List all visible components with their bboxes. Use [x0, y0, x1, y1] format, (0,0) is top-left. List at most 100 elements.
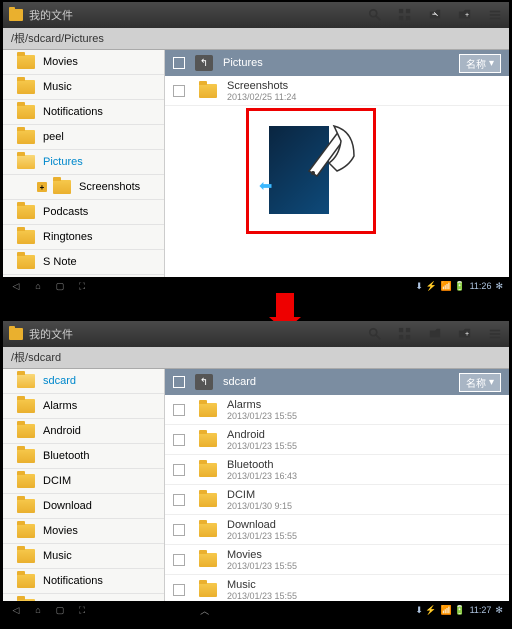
tree-item[interactable]: Podcasts	[3, 200, 164, 225]
status-icons: ⬇ ⚡	[415, 281, 436, 292]
tree-item[interactable]: DCIM	[3, 469, 164, 494]
tree-item[interactable]: Pictures	[3, 150, 164, 175]
tree-item[interactable]: Movies	[3, 50, 164, 75]
breadcrumb[interactable]: /根/sdcard/Pictures	[3, 28, 509, 50]
row-checkbox[interactable]	[173, 554, 185, 566]
file-row[interactable]: Bluetooth2013/01/23 16:43	[165, 455, 509, 485]
tree-item[interactable]: Movies	[3, 519, 164, 544]
recent-icon[interactable]: ▢	[53, 604, 67, 616]
system-navbar: ◁ ⌂ ▢ ⛶ ⬇ ⚡ 📶 🔋 11:26 ✻	[3, 277, 509, 295]
app-icon	[9, 328, 23, 340]
row-checkbox[interactable]	[173, 464, 185, 476]
tree-item[interactable]: Notifications	[3, 100, 164, 125]
tree-item-label: Notifications	[43, 106, 103, 118]
tree-item[interactable]: S Note	[3, 250, 164, 275]
tree-item-label: Notifications	[43, 575, 103, 587]
content-title: Pictures	[223, 57, 263, 69]
row-checkbox[interactable]	[173, 584, 185, 596]
content-header: ↰ Pictures 名称▾	[165, 50, 509, 76]
back-icon[interactable]: ◁	[9, 280, 23, 292]
grid-icon[interactable]	[397, 326, 413, 342]
menu-icon[interactable]	[487, 7, 503, 23]
row-name: Alarms	[227, 399, 297, 411]
tree-item-label: Download	[43, 500, 92, 512]
tree-item-label: Music	[43, 81, 72, 93]
recent-icon[interactable]: ▢	[53, 280, 67, 292]
tree-item-label: Music	[43, 550, 72, 562]
folder-icon	[17, 524, 35, 538]
row-checkbox[interactable]	[173, 434, 185, 446]
tree-item[interactable]: sdcard	[3, 369, 164, 394]
file-row[interactable]: Download2013/01/23 15:55	[165, 515, 509, 545]
home-icon[interactable]: ⌂	[31, 604, 45, 616]
folder-icon	[17, 105, 35, 119]
sort-button[interactable]: 名称▾	[459, 54, 501, 73]
row-checkbox[interactable]	[173, 524, 185, 536]
menu-icon[interactable]	[487, 326, 503, 342]
row-checkbox[interactable]	[173, 404, 185, 416]
expand-icon[interactable]: ︿	[200, 604, 209, 617]
tree-item[interactable]: Music	[3, 544, 164, 569]
select-all-checkbox[interactable]	[173, 376, 185, 388]
folder-icon	[17, 424, 35, 438]
tree-item[interactable]: Ringtones	[3, 225, 164, 250]
share-icon[interactable]	[427, 7, 443, 23]
row-date: 2013/02/25 11:24	[227, 92, 296, 102]
breadcrumb[interactable]: /根/sdcard	[3, 347, 509, 369]
file-row[interactable]: Movies2013/01/23 15:55	[165, 545, 509, 575]
folder-icon	[17, 155, 35, 169]
tree-item-label: Pictures	[43, 156, 83, 168]
file-manager-panel-after: 我的文件 + /根/sdcard sdcard Alarms Android Blue…	[3, 321, 509, 619]
file-row[interactable]: Alarms2013/01/23 15:55	[165, 395, 509, 425]
pen-drag-illustration: ⬅	[261, 116, 361, 226]
screenshot-icon[interactable]: ⛶	[75, 604, 89, 616]
file-row[interactable]: DCIM2013/01/30 9:15	[165, 485, 509, 515]
row-checkbox[interactable]	[173, 85, 185, 97]
titlebar: 我的文件 +	[3, 321, 509, 347]
app-title: 我的文件	[29, 7, 73, 23]
folder-icon	[17, 130, 35, 144]
tree-item-label: Android	[43, 425, 81, 437]
expand-icon[interactable]: +	[37, 182, 47, 192]
tree-item[interactable]: Download	[3, 494, 164, 519]
row-name: Movies	[227, 549, 297, 561]
tree-item-label: Movies	[43, 56, 78, 68]
sort-button[interactable]: 名称▾	[459, 373, 501, 392]
new-folder-icon[interactable]: +	[457, 326, 473, 342]
folder-icon	[17, 399, 35, 413]
folder-icon	[17, 574, 35, 588]
share-icon[interactable]	[427, 326, 443, 342]
back-icon[interactable]: ◁	[9, 604, 23, 616]
tree-item-label: Alarms	[43, 400, 77, 412]
status-time: 11:26	[470, 281, 492, 291]
chevron-down-icon: ▾	[489, 377, 494, 388]
file-row[interactable]: Screenshots2013/02/25 11:24	[165, 76, 509, 106]
file-row[interactable]: Android2013/01/23 15:55	[165, 425, 509, 455]
row-checkbox[interactable]	[173, 494, 185, 506]
up-icon[interactable]: ↰	[195, 55, 213, 71]
folder-icon	[199, 463, 217, 477]
tree-item[interactable]: Bluetooth	[3, 444, 164, 469]
up-icon[interactable]: ↰	[195, 374, 213, 390]
tree-item[interactable]: Android	[3, 419, 164, 444]
tree-item-label: DCIM	[43, 475, 71, 487]
home-icon[interactable]: ⌂	[31, 280, 45, 292]
tree-item[interactable]: peel	[3, 125, 164, 150]
tree-item-label: peel	[43, 131, 64, 143]
screenshot-icon[interactable]: ⛶	[75, 280, 89, 292]
row-date: 2013/01/23 16:43	[227, 471, 297, 481]
grid-icon[interactable]	[397, 7, 413, 23]
folder-icon	[199, 583, 217, 597]
new-folder-icon[interactable]: +	[457, 7, 473, 23]
tree-item[interactable]: Notifications	[3, 569, 164, 594]
select-all-checkbox[interactable]	[173, 57, 185, 69]
row-date: 2013/01/23 15:55	[227, 531, 297, 541]
folder-icon	[199, 553, 217, 567]
tree-item[interactable]: Alarms	[3, 394, 164, 419]
search-icon[interactable]	[367, 326, 383, 342]
tree-item[interactable]: +Screenshots	[3, 175, 164, 200]
tree-item[interactable]: Music	[3, 75, 164, 100]
transition-arrow-icon	[276, 293, 294, 319]
search-icon[interactable]	[367, 7, 383, 23]
folder-icon	[199, 433, 217, 447]
